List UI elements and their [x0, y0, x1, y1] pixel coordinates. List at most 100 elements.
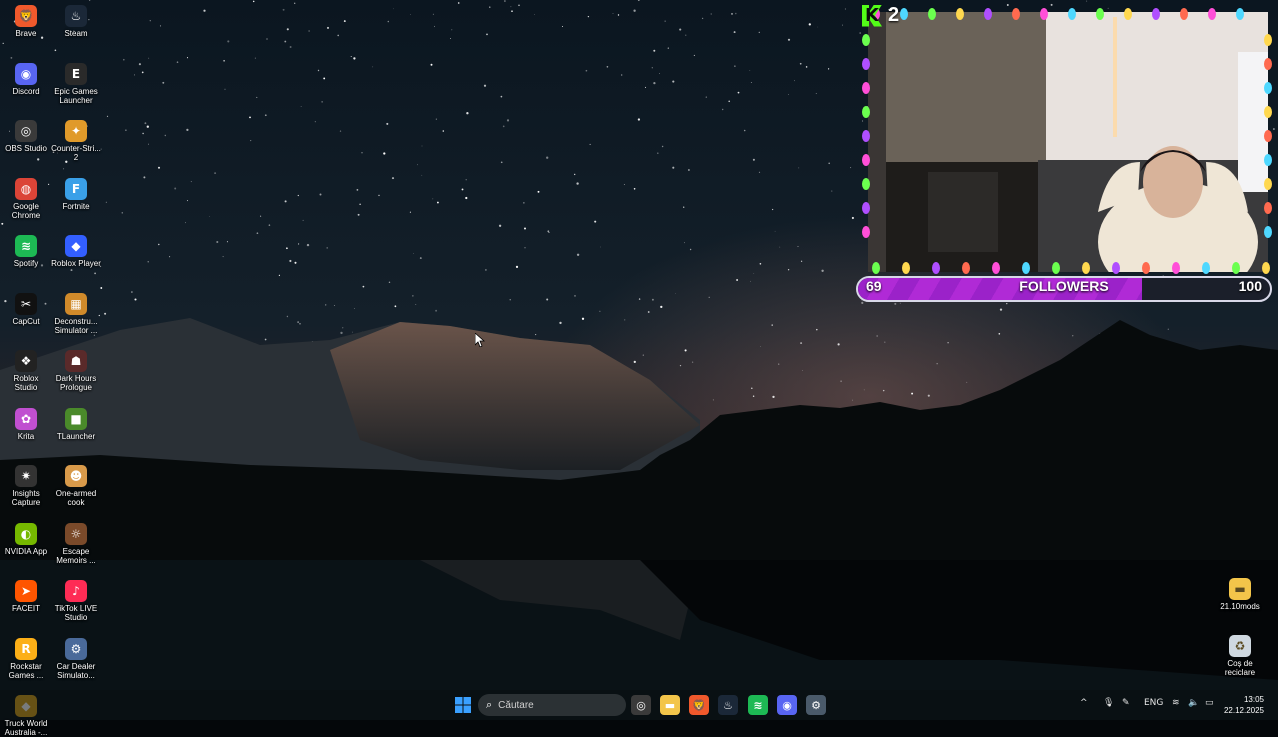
- language-indicator[interactable]: ENG: [1144, 698, 1163, 708]
- desktop-shortcut-deconstruction-sim[interactable]: ▦ Deconstru... Simulator ...: [50, 292, 102, 335]
- desktop-shortcut-label: Dark Hours Prologue: [55, 374, 97, 392]
- desktop-shortcut-recycle-bin[interactable]: ♻ Coș de reciclare: [1214, 635, 1266, 677]
- taskbar: ⌕ Căutare ◎ ▬ 🦁 ♨ ≋ ◉ ⚙ ^ 🎙 ✎ ENG ≋ 🔈 ▭ 13:05 …: [0, 690, 1278, 720]
- desktop-shortcut-nvidia[interactable]: ◐ NVIDIA App: [0, 522, 52, 556]
- brave-taskbar-icon[interactable]: 🦁: [689, 695, 709, 715]
- one-armed-cook-icon: ☻: [65, 465, 87, 487]
- light-bulb: [962, 262, 970, 274]
- roblox-studio-icon: ❖: [15, 350, 37, 372]
- taskbar-clock[interactable]: 13:05 22.12.2025: [1224, 694, 1264, 716]
- spotify-taskbar-icon[interactable]: ≋: [748, 695, 768, 715]
- taskbar-search-box[interactable]: ⌕ Căutare: [478, 694, 626, 716]
- desktop-shortcut-tiktok-live[interactable]: ♪ TikTok LIVE Studio: [50, 580, 102, 622]
- desktop-shortcut-faceit[interactable]: ➤ FACEIT: [0, 580, 52, 613]
- discord-icon: ◉: [15, 62, 37, 85]
- light-bulb: [1264, 58, 1272, 70]
- discord-taskbar-icon[interactable]: ◉: [777, 695, 797, 715]
- tray-overflow-chevron-icon[interactable]: ^: [1080, 698, 1088, 708]
- light-bulb: [1264, 202, 1272, 214]
- desktop-shortcut-label: Escape Memoirs ...: [56, 546, 96, 565]
- desktop-shortcut-brave[interactable]: 🦁 Brave: [0, 5, 52, 38]
- desktop-shortcut-label: Discord: [12, 86, 40, 96]
- chrome-icon: ◍: [15, 177, 37, 200]
- light-bulb: [1112, 262, 1120, 274]
- recycle-bin-icon: ♻: [1229, 635, 1251, 657]
- dark-hours-icon: ☗: [65, 350, 87, 372]
- search-icon: ⌕: [486, 698, 493, 711]
- stream-overlay: K 2 69 FOLLOWERS 100: [856, 0, 1278, 306]
- light-bulb: [1262, 262, 1270, 274]
- desktop-shortcut-chrome[interactable]: ◍ Google Chrome: [0, 177, 52, 220]
- volume-icon[interactable]: 🔈: [1188, 698, 1199, 708]
- settings-taskbar-icon[interactable]: ⚙: [806, 695, 826, 715]
- desktop-shortcut-discord[interactable]: ◉ Discord: [0, 62, 52, 96]
- light-bulb: [1232, 262, 1240, 274]
- desktop-shortcut-car-dealer[interactable]: ⚙ Car Dealer Simulato...: [50, 637, 102, 680]
- desktop-shortcut-roblox[interactable]: ◆ Roblox Player: [50, 235, 102, 268]
- pen-icon[interactable]: ✎: [1122, 698, 1130, 708]
- light-bulb: [1264, 82, 1272, 94]
- desktop-shortcut-roblox-studio[interactable]: ❖ Roblox Studio: [0, 350, 52, 392]
- desktop-shortcut-label: Fortnite: [62, 201, 90, 211]
- rockstar-icon: R: [15, 637, 37, 660]
- fortnite-icon: F: [65, 177, 87, 200]
- desktop-shortcut-escape-memoirs[interactable]: ☼ Escape Memoirs ...: [50, 522, 102, 565]
- light-bulb: [1208, 8, 1216, 20]
- desktop-shortcut-label: Coș de reciclare: [1224, 659, 1256, 677]
- followers-goal-bar: 69 FOLLOWERS 100: [856, 276, 1272, 302]
- microphone-icon[interactable]: 🎙: [1103, 698, 1114, 708]
- desktop-shortcut-label: TLauncher: [56, 431, 96, 441]
- light-bulb: [900, 8, 908, 20]
- desktop-shortcut-spotify[interactable]: ≋ Spotify: [0, 235, 52, 268]
- light-bulb: [1180, 8, 1188, 20]
- desktop-shortcut-krita[interactable]: ✿ Krita: [0, 407, 52, 441]
- tiktok-live-icon: ♪: [65, 580, 87, 602]
- light-bulb: [1172, 262, 1180, 274]
- file-explorer-icon[interactable]: ▬: [660, 695, 680, 715]
- light-bulb: [1040, 8, 1048, 20]
- desktop-shortcut-fortnite[interactable]: F Fortnite: [50, 177, 102, 211]
- capcut-icon: ✂: [15, 292, 37, 315]
- desktop-shortcut-insights-capture[interactable]: ✷ Insights Capture: [0, 465, 52, 507]
- battery-icon[interactable]: ▭: [1205, 698, 1214, 708]
- desktop-shortcut-label: CapCut: [12, 316, 40, 326]
- desktop-shortcut-folder[interactable]: ▬ 21.10mods: [1214, 578, 1266, 611]
- wifi-icon[interactable]: ≋: [1172, 698, 1180, 708]
- light-bulb: [862, 226, 870, 238]
- desktop-shortcut-label: Brave: [15, 29, 37, 38]
- desktop-shortcut-label: Steam: [64, 29, 88, 38]
- desktop-shortcut-tlauncher[interactable]: ■ TLauncher: [50, 407, 102, 441]
- start-button[interactable]: [453, 695, 473, 715]
- desktop-shortcut-dark-hours[interactable]: ☗ Dark Hours Prologue: [50, 350, 102, 392]
- light-bulb: [1264, 226, 1272, 238]
- light-bulb: [862, 82, 870, 94]
- desktop-shortcut-label: Deconstru... Simulator ...: [54, 316, 98, 335]
- mouse-cursor-icon: [475, 333, 485, 347]
- desktop-shortcut-epic-games[interactable]: E Epic Games Launcher: [50, 62, 102, 105]
- deconstruction-sim-icon: ▦: [65, 292, 87, 315]
- desktop-shortcut-steam[interactable]: ♨ Steam: [50, 5, 102, 38]
- desktop-shortcut-rockstar[interactable]: R Rockstar Games ...: [0, 637, 52, 680]
- light-bulb: [862, 106, 870, 118]
- steam-taskbar-icon[interactable]: ♨: [718, 695, 738, 715]
- counter-strike-icon: ✦: [65, 120, 87, 142]
- desktop-shortcut-one-armed-cook[interactable]: ☻ One-armed cook: [50, 465, 102, 507]
- desktop-shortcut-capcut[interactable]: ✂ CapCut: [0, 292, 52, 326]
- desktop-shortcut-label: Epic Games Launcher: [54, 86, 98, 105]
- desktop-shortcut-counter-strike[interactable]: ✦ Counter-Stri... 2: [50, 120, 102, 162]
- desktop-shortcut-obs[interactable]: ◎ OBS Studio: [0, 120, 52, 153]
- light-bulb: [1264, 34, 1272, 46]
- escape-memoirs-icon: ☼: [65, 522, 87, 545]
- light-bulb: [862, 58, 870, 70]
- followers-label: FOLLOWERS: [1019, 278, 1109, 294]
- desktop-shortcut-label: NVIDIA App: [4, 546, 48, 556]
- obs-taskbar-icon[interactable]: ◎: [631, 695, 651, 715]
- light-bulb: [862, 178, 870, 190]
- roblox-icon: ◆: [65, 235, 87, 257]
- windows-start-icon: [455, 697, 471, 713]
- christmas-lights-frame: [862, 8, 1272, 274]
- light-bulb: [862, 202, 870, 214]
- light-bulb: [1124, 8, 1132, 20]
- light-bulb: [902, 262, 910, 274]
- desktop-shortcut-label: Roblox Studio: [13, 374, 39, 392]
